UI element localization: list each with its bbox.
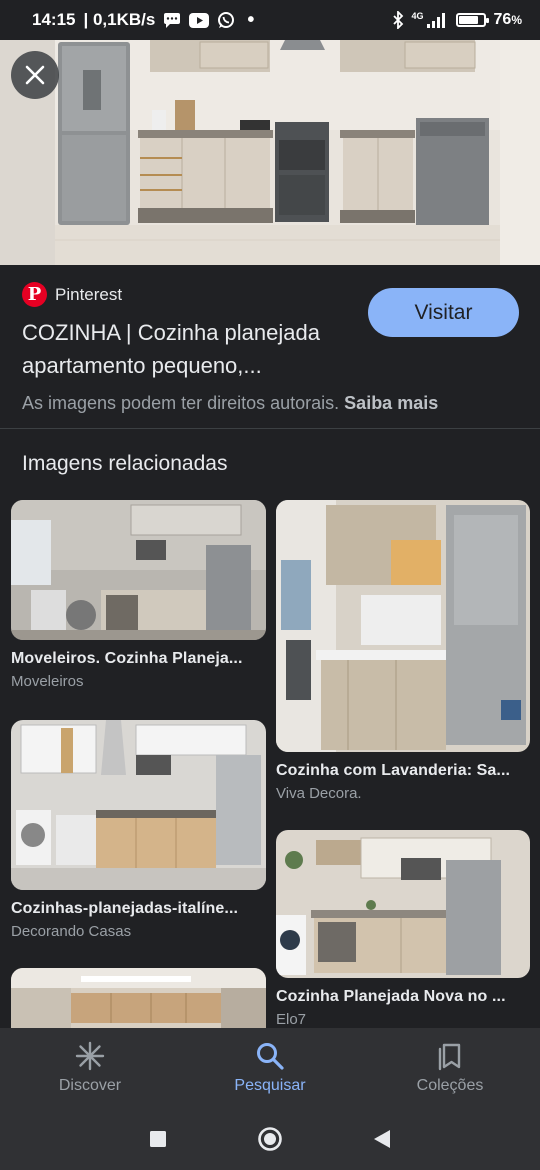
related-title[interactable]: Moveleiros. Cozinha Planeja... [11, 650, 266, 668]
nav-label-discover: Discover [58, 1077, 122, 1094]
battery-icon [455, 13, 489, 27]
pinterest-logo-icon: P [22, 282, 47, 307]
signal-icon [426, 13, 445, 28]
nav-label-search: Pesquisar [234, 1077, 306, 1094]
whatsapp-icon [218, 12, 235, 28]
network-type: 4G [411, 11, 424, 21]
clock: 14:15 [32, 10, 76, 29]
system-navigation-bar [0, 1108, 540, 1170]
search-icon [257, 1043, 284, 1070]
nav-label-collections: Coleções [416, 1077, 484, 1094]
divider [0, 428, 540, 429]
kitchen-thumbnail [11, 500, 266, 640]
related-card[interactable]: Cozinha Planejada Nova no ... Elo7 [276, 830, 530, 1028]
recents-icon[interactable] [149, 1130, 167, 1148]
related-thumbnail[interactable] [11, 500, 266, 640]
related-thumbnail[interactable] [11, 968, 266, 1028]
nav-discover[interactable]: Discover [15, 1041, 165, 1095]
related-card[interactable]: Moveleiros. Cozinha Planeja... Moveleiro… [11, 500, 266, 690]
related-card[interactable] [11, 968, 266, 1028]
nav-search[interactable]: Pesquisar [195, 1041, 345, 1095]
bluetooth-icon [392, 11, 403, 29]
related-title[interactable]: Cozinhas-planejadas-italíne... [11, 900, 266, 918]
kitchen-thumbnail [276, 830, 530, 978]
source-row[interactable]: P Pinterest [22, 282, 122, 307]
bottom-navigation: Discover Pesquisar Coleções [0, 1028, 540, 1108]
copyright-text: As imagens podem ter direitos autorais. [22, 393, 340, 413]
status-bar: 14:15 | 0,1KB/s • 4G 76% [0, 0, 540, 40]
source-name: Pinterest [55, 284, 123, 304]
kitchen-thumbnail [11, 720, 266, 890]
youtube-icon [189, 12, 210, 28]
related-card[interactable]: Cozinha com Lavanderia: Sa... Viva Decor… [276, 500, 530, 802]
related-thumbnail[interactable] [276, 500, 530, 752]
related-title[interactable]: Cozinha Planejada Nova no ... [276, 988, 530, 1006]
learn-more-link[interactable]: Saiba mais [344, 393, 438, 413]
related-source: Elo7 [276, 1011, 307, 1028]
notification-dot-icon: • [247, 9, 255, 31]
copyright-notice: As imagens podem ter direitos autorais. … [22, 393, 438, 414]
related-title[interactable]: Cozinha com Lavanderia: Sa... [276, 762, 530, 780]
collections-icon [438, 1043, 461, 1071]
kitchen-photo [0, 40, 540, 265]
kitchen-thumbnail [11, 968, 266, 1028]
related-heading: Imagens relacionadas [22, 452, 228, 475]
home-icon[interactable] [257, 1126, 283, 1152]
related-source: Viva Decora. [276, 785, 362, 802]
battery-level: 76% [493, 11, 522, 28]
related-thumbnail[interactable] [276, 830, 530, 978]
network-speed: | 0,1KB/s [83, 10, 156, 29]
related-source: Moveleiros [11, 673, 84, 690]
asterisk-icon [75, 1041, 105, 1071]
page-title[interactable]: COZINHA | Cozinha planejada apartamento … [22, 316, 352, 382]
related-source: Decorando Casas [11, 923, 132, 940]
visit-button[interactable]: Visitar [368, 288, 519, 337]
close-button[interactable] [11, 51, 59, 99]
close-icon [25, 65, 45, 85]
kitchen-thumbnail [276, 500, 530, 752]
related-grid[interactable]: Moveleiros. Cozinha Planeja... Moveleiro… [0, 490, 540, 1028]
related-card[interactable]: Cozinhas-planejadas-italíne... Decorando… [11, 720, 266, 940]
nav-collections[interactable]: Coleções [375, 1041, 525, 1095]
hero-image[interactable] [0, 40, 540, 265]
message-icon [164, 13, 181, 28]
back-icon[interactable] [373, 1129, 391, 1149]
related-thumbnail[interactable] [11, 720, 266, 890]
